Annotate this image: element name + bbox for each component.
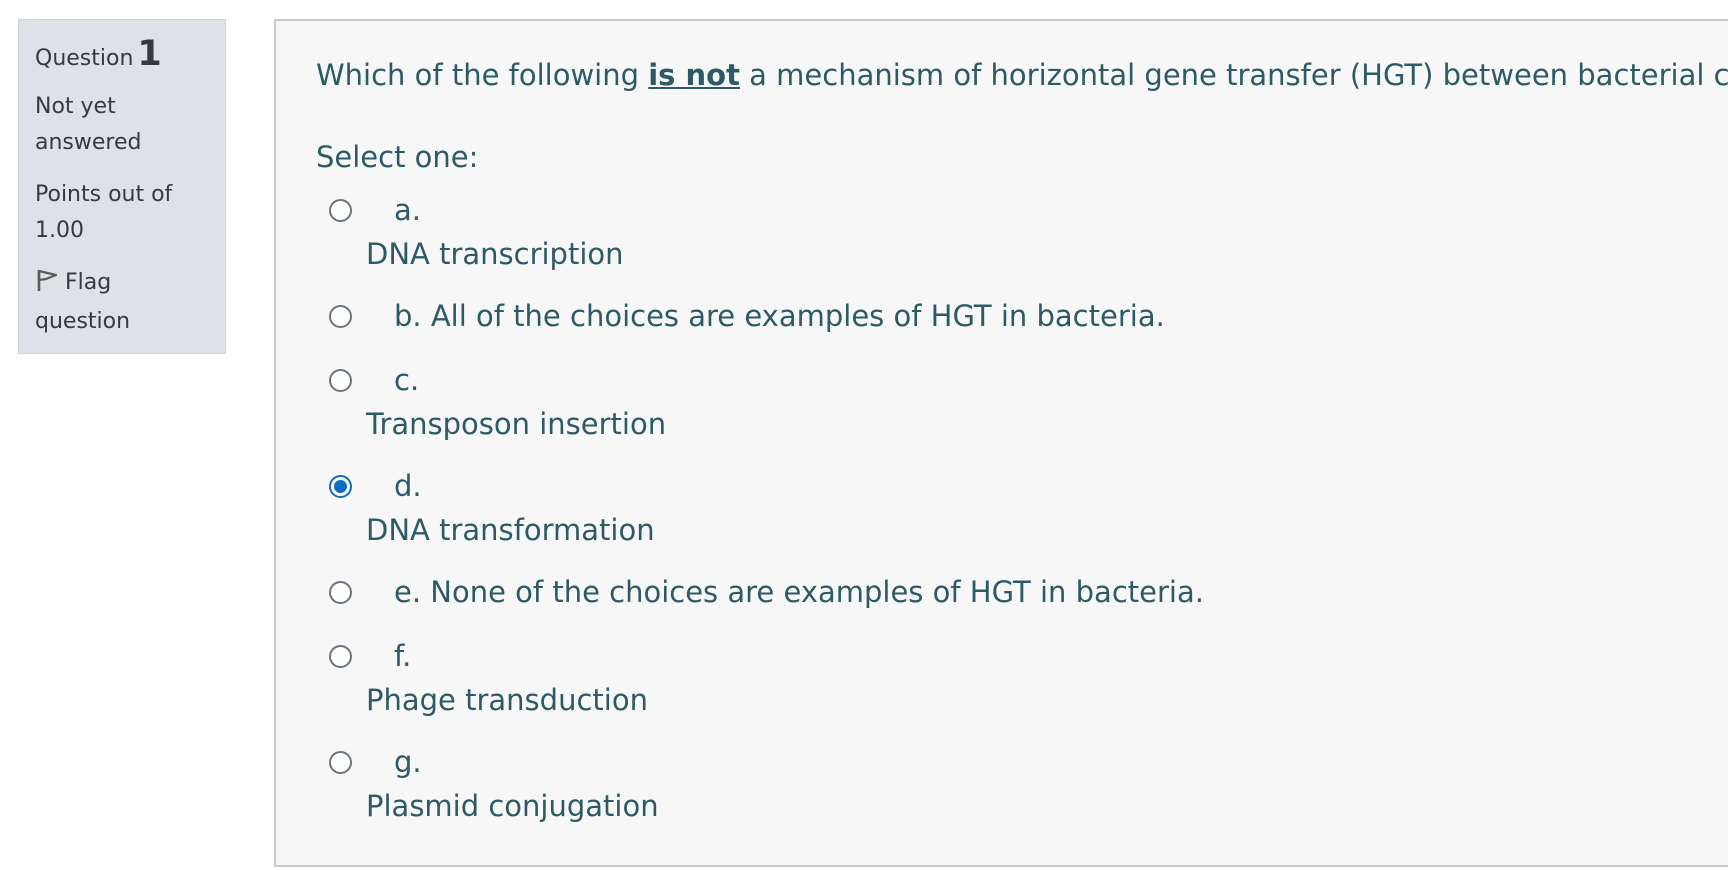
answer-options: a. DNA transcription b. All of the choices…: [316, 187, 1728, 827]
answer-option[interactable]: f. Phage transduction: [316, 633, 1728, 721]
answer-option-row[interactable]: f.: [316, 633, 1728, 679]
answer-option-letter: c.: [394, 363, 420, 397]
flag-icon: [35, 268, 59, 304]
radio-icon[interactable]: [329, 474, 352, 498]
question-status: Not yet answered: [35, 94, 142, 155]
answer-option-row[interactable]: b. All of the choices are examples of HG…: [316, 293, 1728, 339]
answer-option[interactable]: a. DNA transcription: [316, 187, 1728, 275]
answer-option-row[interactable]: e. None of the choices are examples of H…: [316, 569, 1728, 615]
question-content-panel: Which of the following is not a mechanis…: [274, 19, 1728, 867]
answer-option-letter: d.: [394, 469, 422, 503]
answer-option-text: Phage transduction: [366, 683, 648, 717]
flag-question-link[interactable]: Flag question: [35, 265, 211, 340]
answer-option-letter: g.: [394, 745, 422, 779]
answer-option-row[interactable]: g.: [316, 739, 1728, 785]
question-info-panel: Question 1 Not yet answered Points out of…: [18, 19, 226, 354]
question-text: Which of the following is not a mechanis…: [316, 51, 1728, 99]
radio-icon[interactable]: [329, 644, 352, 668]
answer-option-letter: f.: [394, 639, 412, 673]
answer-option-row[interactable]: a.: [316, 187, 1728, 233]
answer-option-letter: e. None of the choices are examples of H…: [394, 575, 1204, 609]
question-text-start: Which of the following: [316, 58, 649, 92]
question-number: 1: [137, 34, 162, 74]
answer-option-text: DNA transformation: [366, 513, 655, 547]
answer-option[interactable]: d. DNA transformation: [316, 463, 1728, 551]
question-label: Question: [35, 46, 134, 71]
answer-option-letter: b. All of the choices are examples of HG…: [394, 299, 1165, 333]
select-one-label: Select one:: [316, 140, 479, 174]
answer-option-row[interactable]: d.: [316, 463, 1728, 509]
question-number-heading: Question 1: [35, 36, 211, 77]
answer-option[interactable]: e. None of the choices are examples of H…: [316, 569, 1728, 615]
radio-icon[interactable]: [329, 198, 352, 222]
question-text-end: a mechanism of horizontal gene transfer …: [739, 58, 1728, 92]
radio-icon[interactable]: [329, 750, 352, 774]
answer-option[interactable]: c. Transposon insertion: [316, 357, 1728, 445]
answer-option[interactable]: b. All of the choices are examples of HG…: [316, 293, 1728, 339]
radio-icon[interactable]: [329, 368, 352, 392]
answer-option-text: Plasmid conjugation: [366, 789, 659, 823]
question-text-emphasis: is not: [648, 58, 740, 92]
answer-option-letter: a.: [394, 193, 421, 227]
question-points: Points out of 1.00: [35, 182, 173, 243]
answer-option-text: DNA transcription: [366, 237, 624, 271]
radio-icon[interactable]: [329, 304, 352, 328]
answer-option-row[interactable]: c.: [316, 357, 1728, 403]
answer-option-text: Transposon insertion: [366, 407, 667, 441]
answer-option[interactable]: g. Plasmid conjugation: [316, 739, 1728, 827]
radio-icon[interactable]: [329, 580, 352, 604]
